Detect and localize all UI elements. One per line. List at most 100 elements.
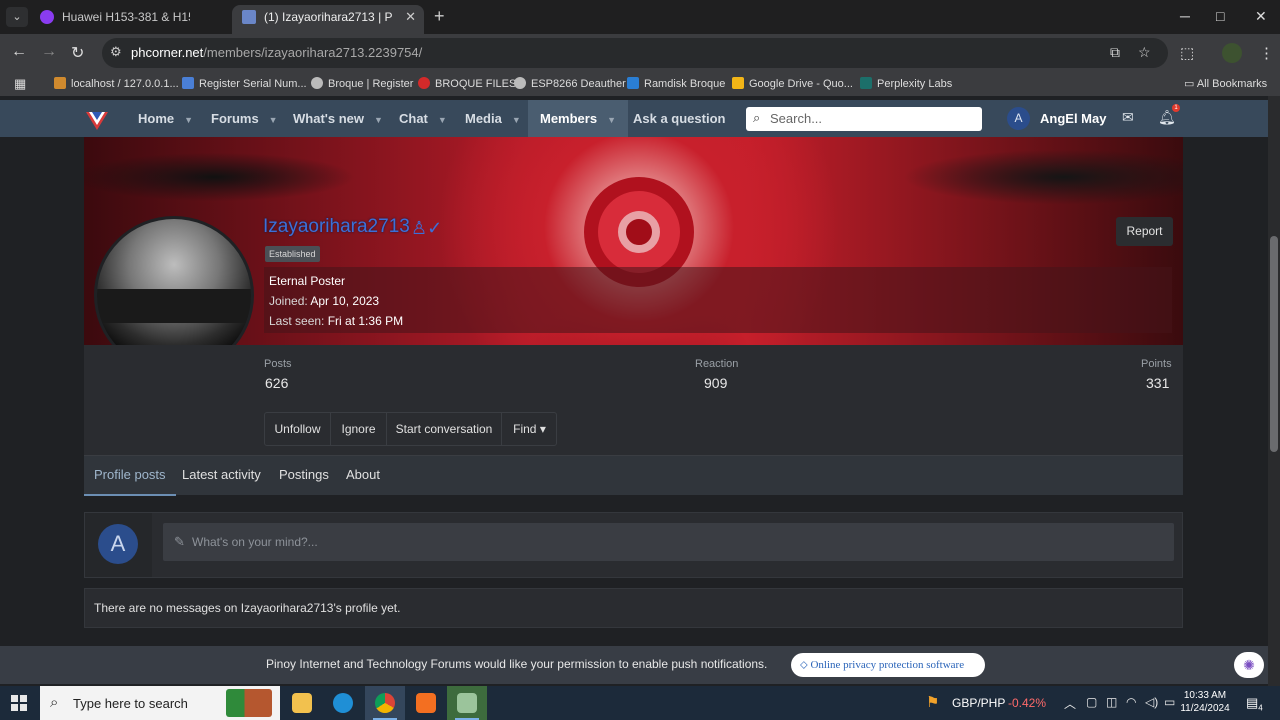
tab-profile-posts[interactable]: Profile posts	[84, 456, 176, 496]
bookmark-item[interactable]: Google Drive - Quo...	[732, 77, 853, 90]
wifi-icon[interactable]: ◠	[1126, 695, 1136, 709]
bookmark-item[interactable]: Ramdisk Broque	[627, 77, 725, 90]
taskbar-xampp[interactable]	[406, 686, 446, 720]
browser-tab-huawei[interactable]: Huawei H153-381 & H155-382 | P	[30, 5, 228, 34]
unfollow-button[interactable]: Unfollow	[265, 413, 331, 445]
nav-media[interactable]: Media ▼	[465, 100, 521, 137]
report-button[interactable]: Report	[1116, 217, 1173, 246]
last-seen-line: Last seen: Fri at 1:36 PM	[269, 314, 404, 328]
profile-stats-panel	[84, 345, 1183, 455]
tab-postings[interactable]: Postings	[279, 456, 329, 496]
user-follow-icon: ♙✓	[411, 218, 443, 238]
stock-widget-icon: ⚑	[926, 694, 940, 711]
user-name[interactable]: AngEl May	[1040, 100, 1106, 137]
taskbar-chrome[interactable]	[365, 686, 405, 720]
xampp-icon	[416, 693, 436, 713]
camera-icon[interactable]: ◫	[1106, 695, 1117, 709]
minimize-button[interactable]: ─	[1180, 8, 1190, 24]
clock-time: 10:33 AM	[1183, 690, 1227, 701]
new-tab-button[interactable]: +	[434, 6, 445, 27]
no-messages-notice: There are no messages on Izayaorihara271…	[84, 588, 1183, 628]
chevron-up-icon[interactable]: ︿	[1064, 695, 1076, 712]
messenger-icon	[40, 10, 54, 24]
ignore-button[interactable]: Ignore	[331, 413, 387, 445]
assistant-icon[interactable]: ✺	[1234, 652, 1264, 678]
scrollbar-thumb[interactable]	[1270, 236, 1278, 452]
notification-center-icon[interactable]: ▤4	[1246, 695, 1263, 713]
taskbar-search-input[interactable]: Type here to search	[73, 696, 188, 711]
bookmark-item[interactable]: localhost / 127.0.0.1...	[54, 77, 179, 90]
search-highlight-image-icon	[226, 689, 272, 717]
battery-icon[interactable]: ▭	[1164, 695, 1175, 709]
start-conversation-button[interactable]: Start conversation	[387, 413, 502, 445]
search-box[interactable]: ⌕ Search...	[746, 107, 982, 131]
stat-posts-value[interactable]: 626	[265, 375, 288, 391]
push-notification-text: Pinoy Internet and Technology Forums wou…	[266, 657, 768, 671]
nav-chat[interactable]: Chat ▼	[399, 100, 447, 137]
volume-icon[interactable]: ◁)	[1145, 695, 1158, 709]
status-input[interactable]: ✎ What's on your mind?...	[163, 523, 1174, 561]
phcorner-logo-icon[interactable]	[84, 106, 110, 132]
forward-icon[interactable]: →	[41, 43, 57, 61]
nav-ask-question[interactable]: Ask a question	[633, 100, 725, 137]
nav-forums[interactable]: Forums ▼	[211, 100, 278, 137]
bell-icon[interactable]: 🔔︎	[1158, 109, 1176, 126]
url-text: phcorner.net/members/izayaorihara2713.22…	[131, 45, 423, 60]
maximize-button[interactable]: □	[1216, 8, 1224, 24]
chevron-down-icon: ▼	[268, 115, 278, 125]
close-tab-icon[interactable]: ✕	[405, 5, 416, 29]
extensions-icon[interactable]: ⬚	[1180, 44, 1194, 62]
bookmark-item[interactable]: Register Serial Num...	[182, 77, 307, 90]
address-bar[interactable]: ⚙ phcorner.net/members/izayaorihara2713.…	[102, 38, 1168, 68]
profile-avatar-icon[interactable]	[1222, 43, 1242, 63]
nav-whats-new[interactable]: What's new ▼	[293, 100, 383, 137]
meet-icon[interactable]: ▢	[1086, 695, 1097, 709]
system-clock[interactable]: 10:33 AM 11/24/2024	[1180, 689, 1230, 715]
taskbar-search[interactable]: ⌕ Type here to search	[40, 686, 280, 720]
stock-pair[interactable]: GBP/PHP	[952, 696, 1005, 710]
bookmark-item[interactable]: Perplexity Labs	[860, 77, 952, 90]
close-window-button[interactable]: ✕	[1255, 8, 1267, 25]
stat-points-label: Points	[1141, 358, 1172, 370]
apps-grid-icon[interactable]: ▦	[14, 76, 26, 92]
site-info-icon[interactable]: ⚙	[110, 44, 122, 60]
chevron-down-icon: ▼	[511, 115, 521, 125]
find-dropdown-button[interactable]: Find ▾	[502, 413, 557, 445]
chevron-down-icon: ▼	[607, 115, 616, 125]
browser-tab-profile[interactable]: (1) Izayaorihara2713 | Pinoy Internet ✕	[232, 5, 424, 34]
taskbar-app-active[interactable]	[447, 686, 487, 720]
web-page: Home ▼ Forums ▼ What's new ▼ Chat ▼ Media ▼ M…	[0, 96, 1268, 720]
taskbar-file-explorer[interactable]	[282, 686, 322, 720]
reload-icon[interactable]: ↻	[71, 43, 84, 63]
install-app-icon[interactable]: ⧉	[1110, 44, 1120, 61]
tab-search-button[interactable]: ⌄	[6, 7, 28, 27]
page-scrollbar[interactable]	[1268, 96, 1280, 686]
stat-reaction-value: 909	[704, 375, 728, 391]
all-bookmarks-button[interactable]: ▭ All Bookmarks	[1184, 77, 1267, 90]
profile-username[interactable]: Izayaorihara2713	[263, 216, 410, 238]
search-input[interactable]: Search...	[770, 111, 822, 126]
privacy-software-button[interactable]: ⬦ Online privacy protection software	[791, 653, 985, 677]
windows-taskbar: ⌕ Type here to search ⚑ GBP/PHP -0.42% ︿…	[0, 686, 1280, 720]
bookmark-star-icon[interactable]: ☆	[1138, 44, 1151, 61]
back-icon[interactable]: ←	[11, 43, 27, 61]
nav-members[interactable]: Members ▼	[528, 100, 628, 137]
site-navigation: Home ▼ Forums ▼ What's new ▼ Chat ▼ Media ▼ M…	[0, 100, 1268, 137]
profile-action-buttons: Unfollow Ignore Start conversation Find …	[264, 412, 557, 446]
nav-home[interactable]: Home ▼	[138, 100, 193, 137]
bookmark-item[interactable]: BROQUE FILES	[418, 77, 516, 90]
menu-kebab-icon[interactable]: ⋮	[1259, 44, 1274, 62]
user-avatar[interactable]: A	[1007, 107, 1030, 130]
bookmark-item[interactable]: ESP8266 Deauther	[514, 77, 626, 90]
stock-change: -0.42%	[1008, 696, 1047, 710]
bookmark-favicon-icon	[627, 77, 639, 89]
envelope-icon[interactable]: ✉	[1122, 109, 1134, 126]
taskbar-edge[interactable]	[323, 686, 363, 720]
bookmark-item[interactable]: Broque | Register	[311, 77, 413, 90]
bookmark-favicon-icon	[418, 77, 430, 89]
windows-start-icon[interactable]	[11, 695, 27, 711]
pen-tool-icon	[457, 693, 477, 713]
stat-points-value[interactable]: 331	[1146, 375, 1169, 391]
tab-about[interactable]: About	[346, 456, 380, 496]
tab-latest-activity[interactable]: Latest activity	[182, 456, 261, 496]
